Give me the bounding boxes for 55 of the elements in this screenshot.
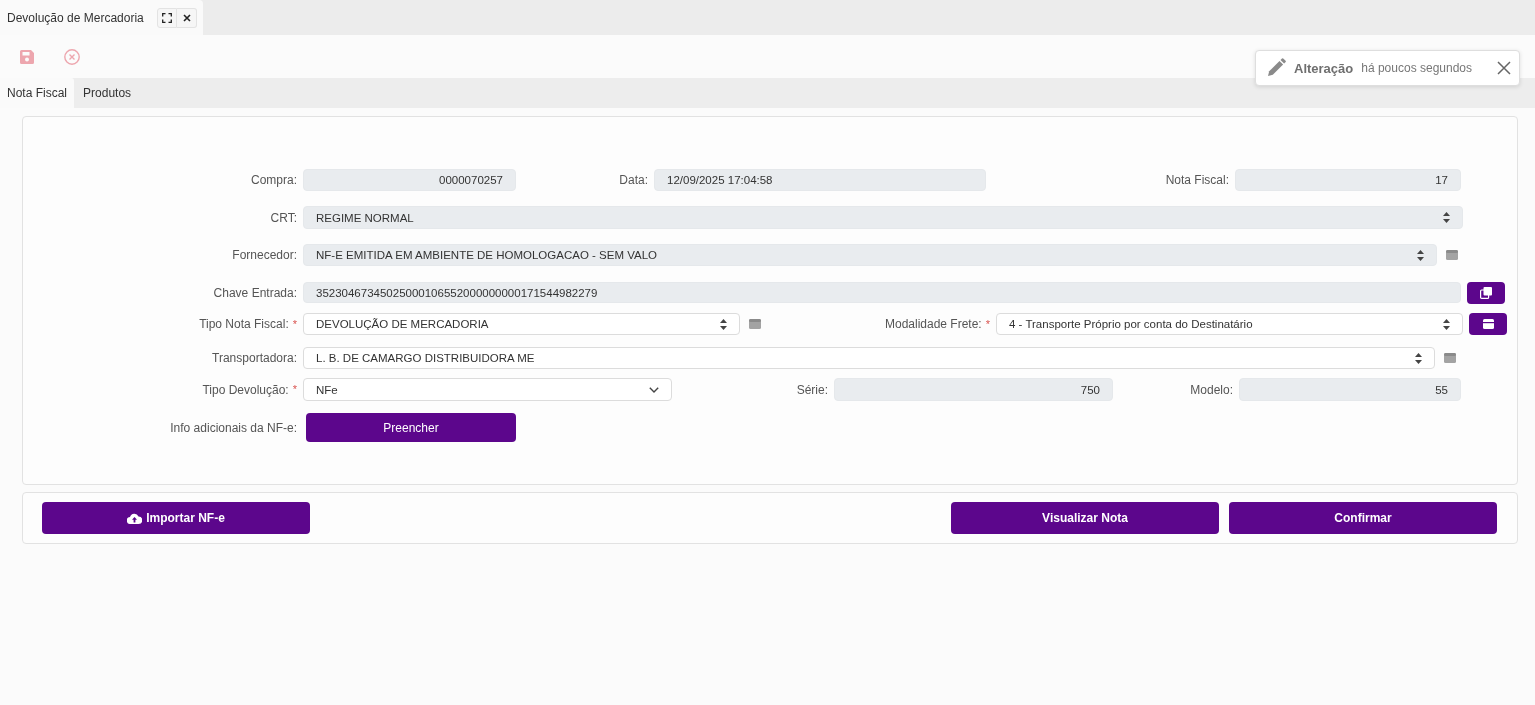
up-down-arrows-icon [1415, 352, 1422, 364]
dropdown-field[interactable]: NFe [303, 378, 672, 401]
copy-icon [1480, 286, 1492, 299]
up-down-arrows-icon [1417, 249, 1424, 261]
field-label: Transportadora: [212, 351, 297, 365]
select-field[interactable]: L. B. DE CAMARGO DISTRIBUIDORA ME [303, 347, 1435, 369]
box-button[interactable] [1469, 313, 1507, 335]
field-label: Modalidade Frete: [885, 317, 982, 331]
field-label: Data: [619, 173, 648, 187]
copy-button[interactable] [1467, 281, 1505, 304]
required-mark: * [985, 318, 990, 330]
chevron-down-icon [649, 386, 659, 393]
field-label: Tipo Nota Fiscal: [199, 317, 289, 331]
field-label: Chave Entrada: [213, 285, 297, 300]
tab[interactable]: Nota Fiscal [0, 78, 75, 108]
close-icon[interactable] [1497, 61, 1511, 75]
notification-time: há poucos segundos [1361, 61, 1472, 75]
maximize-button[interactable] [157, 7, 177, 28]
select-field[interactable]: 4 - Transporte Próprio por conta do Destinatário [996, 313, 1463, 335]
document-tab[interactable]: Devolução de Mercadoria [0, 0, 203, 35]
field-label: Tipo Devolução: [202, 382, 289, 397]
field-label: Nota Fiscal: [1165, 173, 1229, 187]
readonly-field[interactable]: 0000070257 [303, 169, 516, 191]
readonly-field[interactable]: 12/09/2025 17:04:58 [654, 169, 986, 191]
field-label: Fornecedor: [232, 248, 297, 262]
notification-title: Alteração [1294, 60, 1354, 76]
up-down-arrows-icon [1443, 212, 1450, 223]
pencil-icon [1266, 58, 1286, 78]
required-mark: * [292, 384, 297, 395]
document-tab-title: Devolução de Mercadoria [7, 10, 144, 25]
field-label: CRT: [270, 210, 297, 225]
required-mark: * [292, 318, 297, 330]
up-down-arrows-icon [1443, 318, 1450, 330]
readonly-field[interactable]: 35230467345025000106552000000000171544982279 [303, 282, 1461, 303]
readonly-field[interactable]: 55 [1239, 378, 1461, 401]
readonly-field[interactable]: 750 [834, 378, 1113, 401]
action-button[interactable]: Confirmar [1229, 502, 1497, 534]
close-icon [182, 13, 191, 22]
action-button[interactable]: Visualizar Nota [951, 502, 1219, 534]
readonly-field[interactable]: 17 [1235, 169, 1461, 191]
import-button[interactable]: Importar NF-e [42, 502, 310, 534]
field-label: Série: [796, 382, 828, 397]
select-field[interactable]: NF-E EMITIDA EM AMBIENTE DE HOMOLOGACAO - SEM VALO [303, 244, 1437, 266]
tab[interactable]: Produtos [76, 78, 139, 108]
close-tab-button[interactable] [177, 7, 197, 28]
field-label: Info adicionais da NF-e: [170, 420, 297, 435]
field-label: Modelo: [1190, 382, 1233, 397]
up-down-arrows-icon [720, 318, 727, 330]
fill-button[interactable]: Preencher [306, 413, 516, 442]
cloud-upload-icon [127, 512, 143, 524]
box-icon [1482, 319, 1494, 329]
expand-icon [162, 12, 172, 23]
field-label: Compra: [251, 173, 297, 187]
select-field[interactable]: REGIME NORMAL [303, 206, 1463, 229]
select-field[interactable]: DEVOLUÇÃO DE MERCADORIA [303, 313, 740, 335]
